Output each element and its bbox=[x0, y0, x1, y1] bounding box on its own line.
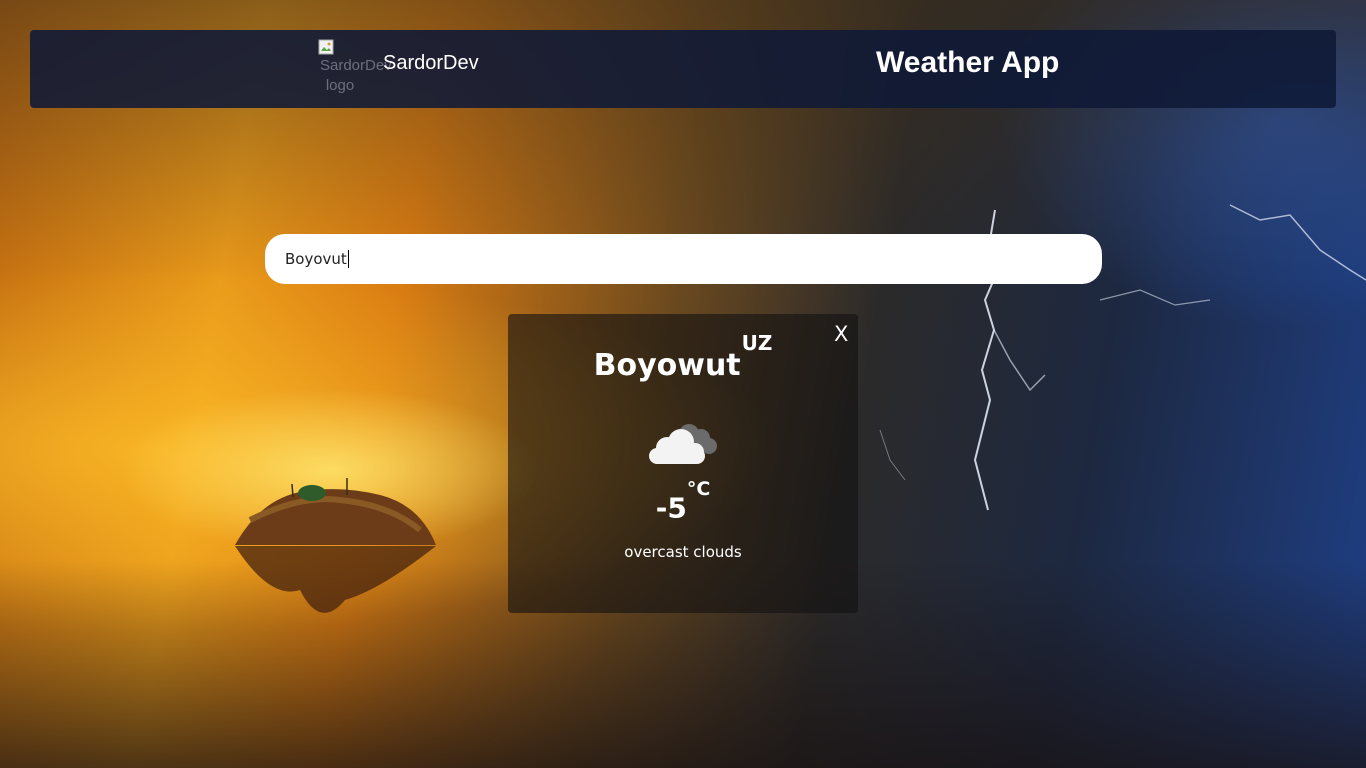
temperature: -5°C bbox=[508, 478, 858, 525]
weather-description: overcast clouds bbox=[624, 543, 742, 561]
country-code: UZ bbox=[741, 331, 773, 355]
palm-trunk bbox=[291, 483, 294, 498]
close-button[interactable]: X bbox=[834, 322, 848, 346]
temperature-unit: °C bbox=[686, 478, 711, 500]
lightning-branch bbox=[1229, 204, 1366, 281]
brand-name[interactable]: SardorDev bbox=[383, 52, 479, 75]
temperature-value: -5 bbox=[655, 491, 687, 525]
lightning-branch bbox=[879, 429, 906, 481]
lightning-branch bbox=[1099, 289, 1211, 306]
search-input-value: Boyovut bbox=[285, 250, 347, 268]
city-name: Boyowut bbox=[593, 348, 741, 383]
broken-image-icon bbox=[318, 39, 334, 55]
overcast-clouds-icon bbox=[649, 424, 717, 464]
island-reflection bbox=[235, 546, 436, 613]
search-input[interactable]: Boyovut bbox=[265, 234, 1102, 284]
lightning-branch bbox=[993, 329, 1046, 392]
island-tree bbox=[298, 485, 326, 501]
logo-image: SardorDev logo bbox=[320, 57, 392, 94]
text-cursor bbox=[347, 250, 349, 268]
page-title: Weather App bbox=[876, 46, 1060, 79]
city-name-heading: BoyowutUZ bbox=[508, 331, 858, 383]
navbar bbox=[30, 30, 1336, 108]
